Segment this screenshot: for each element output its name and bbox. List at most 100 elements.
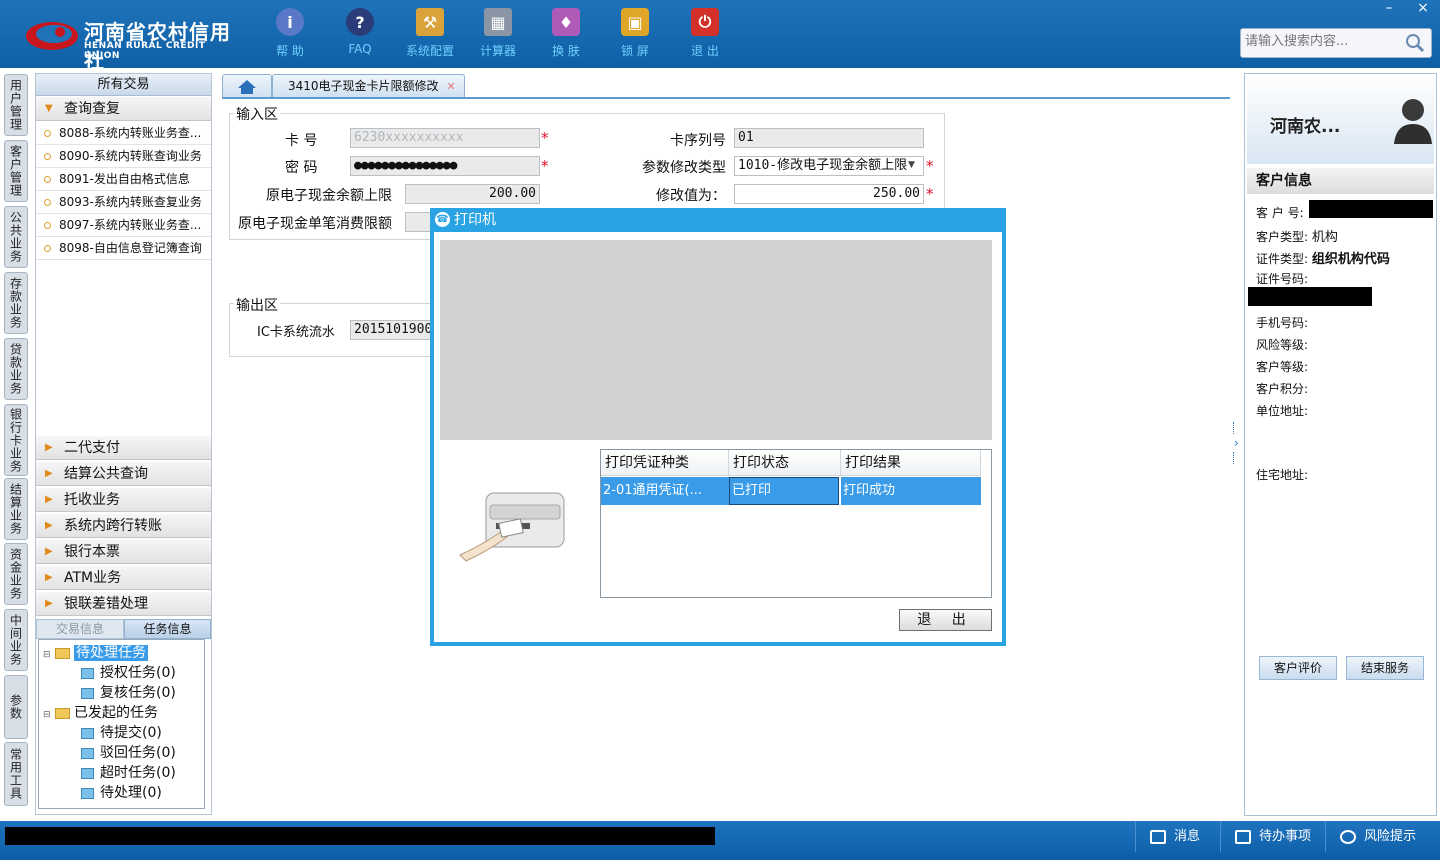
help-button[interactable]: i 帮 助	[258, 8, 322, 59]
list-item[interactable]: 8088-系统内转账业务查...	[36, 122, 211, 145]
group-label: 查询查复	[64, 101, 120, 117]
orig-limit-label: 原电子现金余额上限	[266, 188, 392, 204]
list-item[interactable]: 8097-系统内转账业务查...	[36, 214, 211, 237]
seq-label: 卡序列号	[670, 133, 726, 149]
tree-node-authorize[interactable]: 授权任务(0)	[81, 663, 176, 683]
risk-alert-button[interactable]: 风险提示	[1325, 821, 1440, 852]
customer-info-section: 客户信息	[1247, 168, 1434, 194]
group-item[interactable]: ▶ 系统内跨行转账	[36, 514, 211, 538]
tab-transaction-info[interactable]: 交易信息	[36, 619, 124, 639]
message-button[interactable]: 消息	[1135, 821, 1225, 852]
group-item[interactable]: ▶ 托收业务	[36, 488, 211, 512]
chevron-right-icon: ›	[1234, 436, 1239, 450]
chevron-right-icon: ▶	[45, 520, 53, 531]
column-header: 打印凭证种类	[601, 450, 729, 476]
chevron-down-icon[interactable]: ▼	[908, 160, 915, 170]
password-label: 密 码	[285, 160, 318, 176]
chevron-right-icon: ▶	[45, 494, 53, 505]
chevron-right-icon: ▶	[45, 598, 53, 609]
panel-collapse-handle[interactable]: ›	[1232, 420, 1242, 468]
required-icon: *	[541, 129, 549, 147]
minimize-button[interactable]: –	[1374, 0, 1404, 18]
dialog-titlebar[interactable]: ☎ 打印机	[430, 208, 1006, 232]
dialog-exit-button[interactable]: 退 出	[899, 609, 992, 631]
vtab-settlement[interactable]: 结算业务	[4, 478, 28, 540]
tree-node-initiated[interactable]: ⊟ 已发起的任务	[43, 703, 158, 723]
list-item-label: 8091-发出自由格式信息	[59, 172, 190, 186]
tree-node-to-submit[interactable]: 待提交(0)	[81, 723, 162, 743]
tree-node-label: 超时任务(0)	[100, 765, 176, 781]
dialog-title: 打印机	[454, 212, 496, 228]
lock-screen-button[interactable]: ▣ 锁 屏	[603, 8, 667, 59]
tree-node-review[interactable]: 复核任务(0)	[81, 683, 176, 703]
search-input[interactable]	[1245, 34, 1405, 49]
group-query-reply[interactable]: ▼ 查询查复	[36, 97, 211, 121]
calculator-icon: ▦	[484, 8, 512, 36]
password-field[interactable]: ●●●●●●●●●●●●●●●	[350, 156, 540, 176]
tab-task-info[interactable]: 任务信息	[124, 619, 211, 639]
chevron-right-icon: ▶	[45, 546, 53, 557]
system-config-button[interactable]: ⚒ 系统配置	[398, 8, 462, 59]
vtab-common-tools[interactable]: 常用工具	[4, 742, 28, 806]
checkbox-icon	[1235, 829, 1251, 844]
folder-icon	[55, 707, 70, 719]
search-icon[interactable]	[1405, 33, 1425, 53]
end-service-button[interactable]: 结束服务	[1346, 656, 1424, 680]
group-item[interactable]: ▶ 二代支付	[36, 436, 211, 460]
tab-card-limit-modify[interactable]: 3410电子现金卡片限额修改 ✕	[272, 74, 465, 98]
customer-evaluate-button[interactable]: 客户评价	[1259, 656, 1337, 680]
table-cell[interactable]: 打印成功	[841, 477, 981, 505]
vtab-intermediate[interactable]: 中间业务	[4, 609, 28, 671]
tree-node-pending[interactable]: ⊟ 待处理任务	[43, 643, 148, 663]
exit-button[interactable]: ⏻ 退 出	[673, 8, 737, 59]
vtab-parameters[interactable]: 参数	[4, 675, 28, 739]
new-value-field[interactable]: 250.00	[734, 184, 924, 204]
ic-flow-field[interactable]: 201510190001	[350, 320, 434, 340]
printer-dialog: ☎ 打印机 打印凭证种类 打印状态 打印结果 2-01通用凭证(... 已打印 …	[430, 208, 1006, 646]
modify-type-value: 1010-修改电子现金余额上限	[738, 158, 908, 173]
group-item[interactable]: ▶ ATM业务	[36, 566, 211, 590]
close-button[interactable]: ×	[1408, 0, 1438, 18]
skin-button[interactable]: ♦ 换 肤	[534, 8, 598, 59]
vtab-public-business[interactable]: 公共业务	[4, 206, 28, 268]
id-no-label: 证件号码:	[1256, 272, 1309, 286]
vtab-user-management[interactable]: 用户管理	[4, 74, 28, 136]
exit-label: 退 出	[691, 44, 719, 58]
table-cell[interactable]: 已打印	[729, 477, 839, 505]
search-box	[1240, 28, 1432, 58]
vtab-deposit[interactable]: 存款业务	[4, 272, 28, 334]
close-icon[interactable]: ✕	[446, 80, 455, 93]
bullet-icon	[44, 245, 51, 252]
risk-level-label: 风险等级:	[1256, 338, 1309, 352]
group-item[interactable]: ▶ 银行本票	[36, 540, 211, 564]
list-item[interactable]: 8090-系统内转账查询业务	[36, 145, 211, 168]
table-cell[interactable]: 2-01通用凭证(...	[601, 477, 729, 505]
vtab-customer-management[interactable]: 客户管理	[4, 140, 28, 202]
vtab-fund[interactable]: 资金业务	[4, 543, 28, 605]
id-type-value: 组织机构代码	[1311, 252, 1390, 267]
customer-name: 河南农...	[1270, 117, 1341, 137]
group-item[interactable]: ▶ 银联差错处理	[36, 592, 211, 616]
group-item[interactable]: ▶ 结算公共查询	[36, 462, 211, 486]
faq-button[interactable]: ? FAQ	[328, 8, 392, 56]
tree-node-rejected[interactable]: 驳回任务(0)	[81, 743, 176, 763]
vtab-loan[interactable]: 贷款业务	[4, 338, 28, 400]
todo-button[interactable]: 待办事项	[1220, 821, 1325, 852]
modify-type-select[interactable]: 1010-修改电子现金余额上限	[734, 156, 924, 176]
tree-node-pending-process[interactable]: 待处理(0)	[81, 783, 162, 803]
vtab-bank-card[interactable]: 银行卡业务	[4, 404, 28, 476]
list-item[interactable]: 8098-自由信息登记簿查询	[36, 237, 211, 260]
card-field[interactable]: 6230xxxxxxxxxx	[350, 128, 540, 148]
orig-limit-field[interactable]: 200.00	[405, 184, 540, 204]
list-item[interactable]: 8091-发出自由格式信息	[36, 168, 211, 191]
card-label: 卡 号	[285, 133, 318, 149]
list-item[interactable]: 8093-系统内转账查复业务	[36, 191, 211, 214]
seq-field[interactable]: 01	[734, 128, 924, 148]
required-icon: *	[926, 157, 934, 175]
logo: 河南省农村信用社 HENAN RURAL CREDIT UNION	[24, 14, 239, 73]
tab-home[interactable]	[222, 74, 272, 98]
tree-node-timeout[interactable]: 超时任务(0)	[81, 763, 176, 783]
tree-node-label: 已发起的任务	[74, 705, 158, 721]
home-icon	[238, 80, 256, 94]
calculator-button[interactable]: ▦ 计算器	[466, 8, 530, 59]
